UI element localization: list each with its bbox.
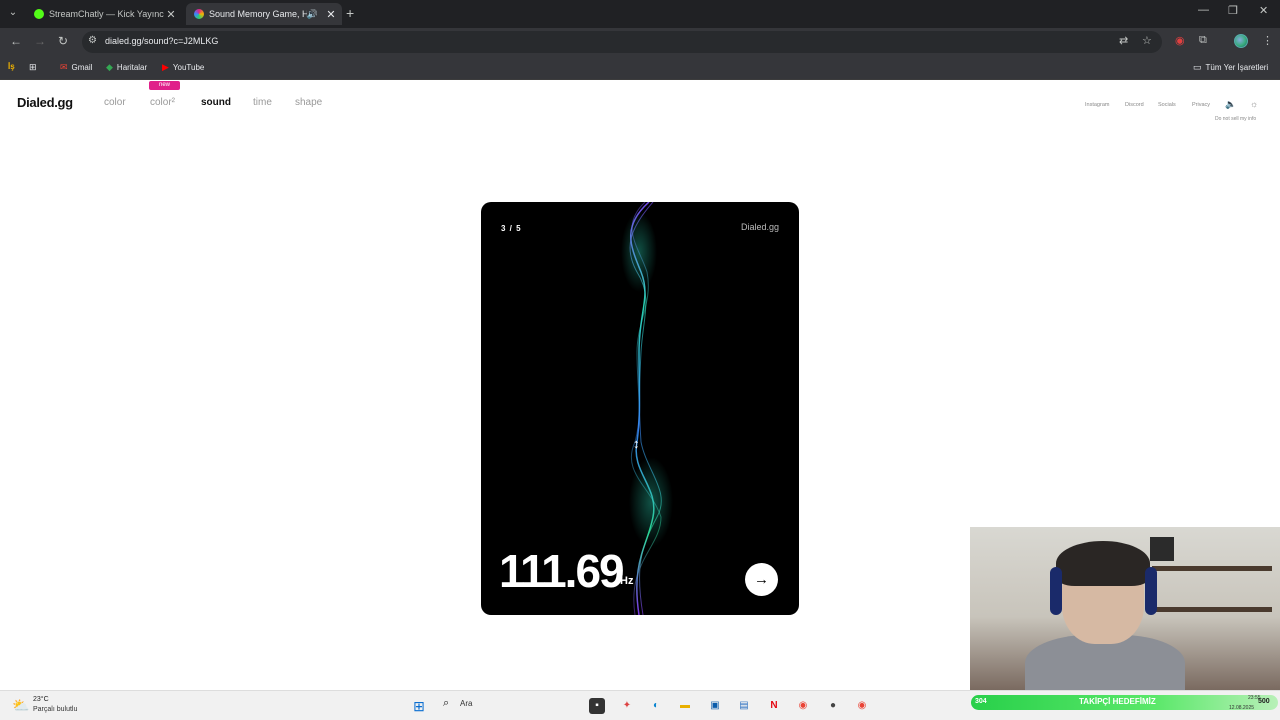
nav-color[interactable]: color xyxy=(104,97,126,108)
maps-pin-icon: ◆ xyxy=(106,62,113,72)
store-icon[interactable]: ▣ xyxy=(707,698,723,714)
bookmark-gmail[interactable]: ✉ Gmail xyxy=(60,62,92,73)
weather-temperature[interactable]: 23°C xyxy=(33,696,49,703)
bookmark-star-icon[interactable]: ☆ xyxy=(1142,34,1152,47)
resize-cursor-icon: ↕ xyxy=(633,436,640,451)
extensions-puzzle-icon[interactable]: ⧉ xyxy=(1199,34,1207,47)
windows-start-icon[interactable]: ⊞ xyxy=(411,698,427,714)
url-text[interactable]: dialed.gg/sound?c=J2MLKG xyxy=(105,36,218,46)
arrow-right-icon: → xyxy=(754,571,769,588)
back-icon[interactable]: ← xyxy=(10,34,22,48)
new-badge: new xyxy=(149,81,180,90)
bookmark-label: İş xyxy=(8,62,15,71)
tab-sound-memory-game[interactable]: Sound Memory Game, How 🔊 ✕ xyxy=(186,3,342,25)
weather-partly-cloudy-icon[interactable]: ⛅ xyxy=(12,697,29,714)
chrome-icon[interactable]: ◉ xyxy=(795,698,811,714)
restore-icon[interactable]: ❐ xyxy=(1228,4,1238,17)
bookmark-label: Haritalar xyxy=(116,63,148,72)
site-logo[interactable]: Dialed.gg xyxy=(17,95,73,110)
streamer-hair xyxy=(1056,541,1150,586)
tab-title: StreamChatly — Kick Yayıncıları xyxy=(49,9,164,19)
taskbar-search-input[interactable]: Ara xyxy=(460,699,472,708)
nav-sound[interactable]: sound xyxy=(201,97,231,108)
link-privacy[interactable]: Privacy xyxy=(1192,102,1210,108)
bookmark-haritalar[interactable]: ◆ Haritalar xyxy=(106,62,147,73)
headphone-icon xyxy=(1145,567,1157,615)
frequency-unit: Hz xyxy=(620,575,634,587)
file-explorer-icon[interactable]: ▬ xyxy=(677,698,693,714)
netflix-icon[interactable]: N xyxy=(766,698,782,714)
task-view-icon[interactable]: ▪ xyxy=(589,698,605,714)
close-tab-icon[interactable]: ✕ xyxy=(324,8,338,21)
new-tab-icon[interactable]: + xyxy=(346,5,354,21)
goal-label: TAKİPÇİ HEDEFİMİZ xyxy=(1079,697,1156,706)
mail-icon[interactable]: ▤ xyxy=(736,698,752,714)
bookmark-label: Gmail xyxy=(71,63,93,72)
volume-icon[interactable]: 🔈 xyxy=(1225,99,1236,110)
copilot-icon[interactable]: ✦ xyxy=(619,698,635,714)
search-icon[interactable]: ⌕ xyxy=(443,697,449,710)
tab-streamchatly[interactable]: StreamChatly — Kick Yayıncıları ✕ xyxy=(26,3,182,25)
reload-icon[interactable]: ↻ xyxy=(58,34,68,48)
round-counter: 3 / 5 xyxy=(501,224,522,233)
theme-sun-icon[interactable]: ☼ xyxy=(1250,99,1258,109)
link-instagram[interactable]: Instagram xyxy=(1085,102,1109,108)
do-not-sell-link[interactable]: Do not sell my info xyxy=(1215,116,1256,122)
close-tab-icon[interactable]: ✕ xyxy=(164,8,178,21)
link-socials[interactable]: Socials xyxy=(1158,102,1176,108)
bookmarks-bar: İş ⊞ ✉ Gmail ◆ Haritalar ▶ YouTube ▭ Tüm… xyxy=(0,56,1280,80)
link-discord[interactable]: Discord xyxy=(1125,102,1144,108)
profile-avatar[interactable] xyxy=(1234,34,1248,48)
bookmark-youtube[interactable]: ▶ YouTube xyxy=(162,62,204,73)
minimize-icon[interactable]: — xyxy=(1198,4,1209,16)
apps-grid-icon[interactable]: ⊞ xyxy=(29,62,41,73)
taskbar-date[interactable]: 12.08.2025 xyxy=(1229,705,1254,711)
tab-search-icon[interactable]: ⌄ xyxy=(5,5,21,21)
taskbar-clock[interactable]: 23:55 xyxy=(1248,695,1261,701)
browser-tab-strip: ⌄ StreamChatly — Kick Yayıncıları ✕ Soun… xyxy=(0,0,1280,28)
browser-toolbar: ← → ↻ ⚙ dialed.gg/sound?c=J2MLKG ⇄ ☆ ◉ ⧉… xyxy=(0,28,1280,56)
bookmark-label: YouTube xyxy=(172,63,205,72)
youtube-icon: ▶ xyxy=(162,62,169,72)
folder-icon: ▭ xyxy=(1193,62,1202,72)
nav-time[interactable]: time xyxy=(253,97,272,108)
close-window-icon[interactable]: ✕ xyxy=(1259,4,1268,17)
forward-icon[interactable]: → xyxy=(34,34,46,48)
sound-game-card[interactable]: 3 / 5 Dialed.gg ↕ 111.69 Hz → xyxy=(481,202,799,615)
chrome-active-icon[interactable]: ◉ xyxy=(854,698,870,714)
card-logo: Dialed.gg xyxy=(740,222,779,232)
edge-icon[interactable]: ◐ xyxy=(648,698,664,714)
tab-title: Sound Memory Game, How xyxy=(209,9,307,19)
kick-favicon-icon xyxy=(34,9,44,19)
shelf xyxy=(1152,607,1272,612)
all-bookmarks[interactable]: ▭ Tüm Yer İşaretleri xyxy=(1193,62,1268,73)
obs-icon[interactable]: ● xyxy=(825,698,841,714)
translate-icon[interactable]: ⇄ xyxy=(1119,34,1128,47)
address-bar[interactable]: ⚙ dialed.gg/sound?c=J2MLKG xyxy=(82,31,1162,53)
gmail-icon: ✉ xyxy=(60,62,68,72)
weather-description[interactable]: Parçalı bulutlu xyxy=(33,706,77,713)
nav-color2[interactable]: color² xyxy=(150,97,175,108)
frequency-value: 111.69 xyxy=(499,545,625,597)
dialed-favicon-icon xyxy=(194,9,204,19)
shelf-item xyxy=(1150,537,1174,561)
goal-current: 304 xyxy=(975,698,987,705)
site-header: Dialed.gg color color² sound time shape … xyxy=(0,80,1280,130)
webcam-overlay xyxy=(970,527,1280,690)
menu-kebab-icon[interactable]: ⋮ xyxy=(1262,34,1273,47)
next-button[interactable]: → xyxy=(745,563,778,596)
bookmark-is[interactable]: İş xyxy=(8,62,15,71)
shelf xyxy=(1152,566,1272,571)
headphone-icon xyxy=(1050,567,1062,615)
nav-shape[interactable]: shape xyxy=(295,97,322,108)
site-info-icon[interactable]: ⚙ xyxy=(88,35,97,46)
all-bookmarks-label: Tüm Yer İşaretleri xyxy=(1205,63,1269,72)
audio-playing-icon[interactable]: 🔊 xyxy=(307,9,318,20)
extension-record-icon[interactable]: ◉ xyxy=(1175,34,1185,47)
